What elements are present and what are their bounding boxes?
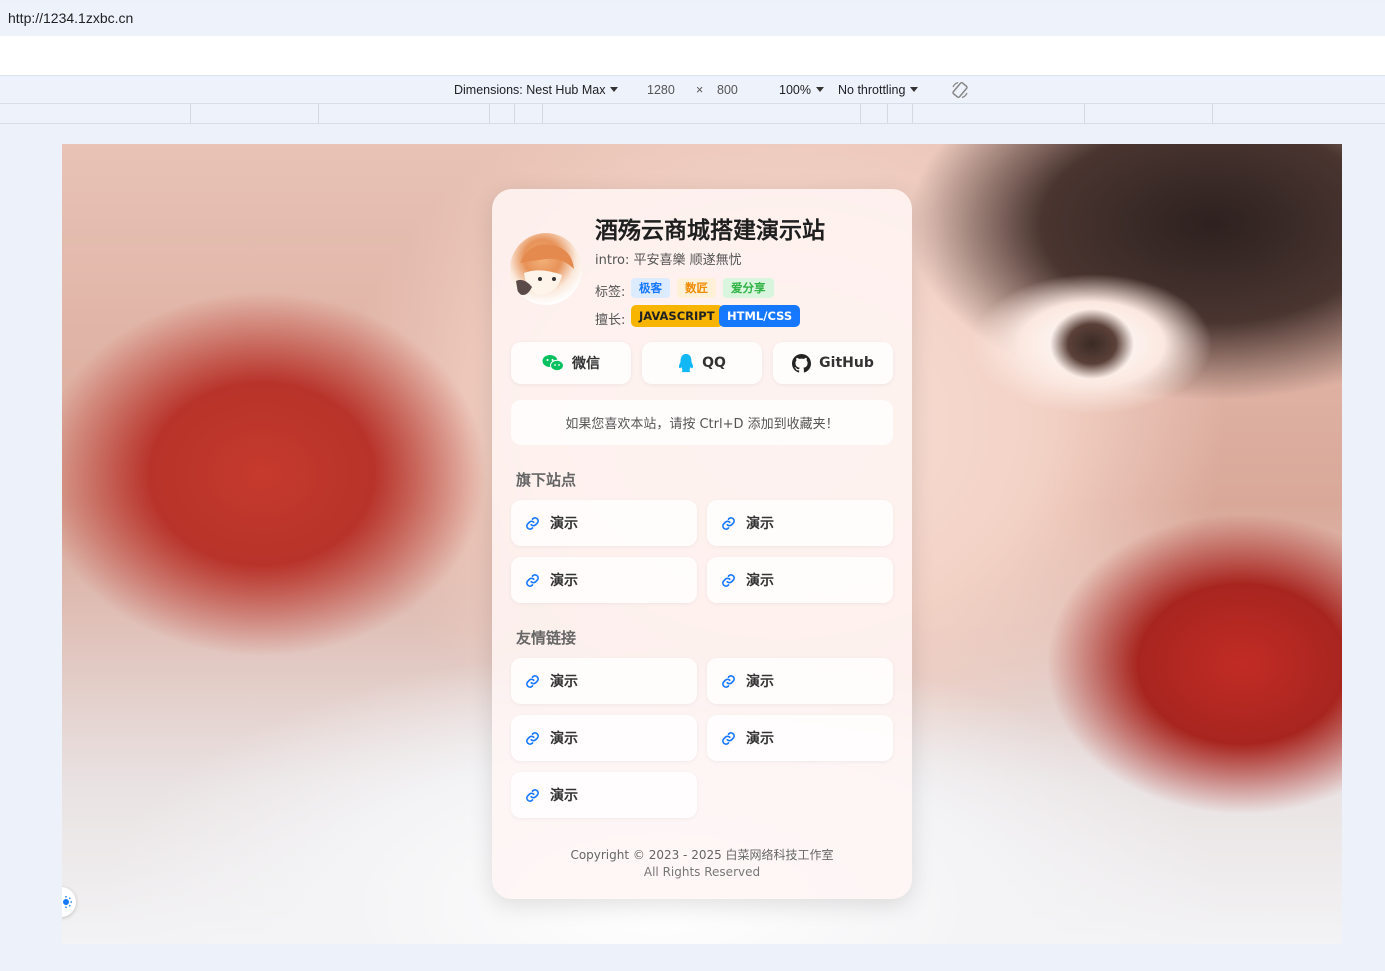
friend-link-label: 演示: [550, 731, 578, 747]
chevron-down-icon: [610, 87, 619, 92]
link-icon: [524, 573, 541, 588]
link-icon: [720, 731, 737, 746]
dimensions-label: Dimensions: Nest Hub Max: [454, 83, 606, 97]
page-viewport: 酒殇云商城搭建演示站 intro: 平安喜樂 顺遂無忧 标签: 极客 数匠 爱分…: [62, 144, 1342, 944]
friend-link-4[interactable]: 演示: [707, 715, 893, 761]
link-icon: [524, 788, 541, 803]
github-label: GitHub: [819, 355, 874, 371]
friend-link-5[interactable]: 演示: [511, 772, 697, 818]
address-bar[interactable]: http://1234.1zxbc.cn: [0, 2, 1385, 36]
link-icon: [524, 731, 541, 746]
skill-html-css: HTML/CSS: [719, 305, 801, 327]
throttling-select[interactable]: No throttling: [838, 83, 919, 97]
rotate-icon[interactable]: [950, 80, 970, 100]
github-icon: [792, 353, 812, 373]
chevron-down-icon: [815, 87, 824, 92]
friend-link-3[interactable]: 演示: [511, 715, 697, 761]
qq-icon: [679, 354, 694, 373]
height-input[interactable]: 800: [717, 83, 738, 97]
site-title: 酒殇云商城搭建演示站: [595, 218, 825, 244]
zoom-label: 100%: [779, 83, 811, 97]
site-link-label: 演示: [550, 516, 578, 532]
link-icon: [524, 674, 541, 689]
skill-javascript: JAVASCRIPT: [631, 305, 723, 327]
sun-icon: [63, 896, 72, 908]
tag-geek: 极客: [631, 278, 670, 298]
tags-label: 标签:: [595, 285, 626, 300]
tag-share: 爱分享: [723, 278, 774, 298]
link-icon: [720, 573, 737, 588]
friends-section-title: 友情链接: [516, 629, 577, 647]
zoom-select[interactable]: 100%: [779, 83, 824, 97]
friend-link-label: 演示: [550, 788, 578, 804]
tag-craftsman: 数匠: [677, 278, 716, 298]
device-toolbar: Dimensions: Nest Hub Max 1280 × 800 100%…: [0, 77, 1385, 104]
dimensions-select[interactable]: Dimensions: Nest Hub Max: [454, 83, 619, 97]
site-link-4[interactable]: 演示: [707, 557, 893, 603]
times-sign: ×: [696, 83, 704, 97]
site-link-2[interactable]: 演示: [707, 500, 893, 546]
site-link-1[interactable]: 演示: [511, 500, 697, 546]
width-input[interactable]: 1280: [647, 83, 675, 97]
throttling-label: No throttling: [838, 83, 906, 97]
wechat-icon: [542, 355, 564, 372]
link-icon: [720, 674, 737, 689]
link-icon: [524, 516, 541, 531]
site-link-label: 演示: [746, 516, 774, 532]
footer-rights: All Rights Reserved: [643, 865, 761, 879]
site-link-label: 演示: [550, 573, 578, 589]
wechat-label: 微信: [572, 356, 600, 372]
profile-card: 酒殇云商城搭建演示站 intro: 平安喜樂 顺遂無忧 标签: 极客 数匠 爱分…: [492, 189, 912, 899]
avatar-image-icon: [516, 244, 574, 295]
friend-link-label: 演示: [746, 674, 774, 690]
wechat-button[interactable]: 微信: [511, 342, 631, 384]
link-icon: [720, 516, 737, 531]
site-link-label: 演示: [746, 573, 774, 589]
friend-link-label: 演示: [550, 674, 578, 690]
chevron-down-icon: [910, 87, 919, 92]
qq-button[interactable]: QQ: [642, 342, 762, 384]
url-text: http://1234.1zxbc.cn: [8, 10, 134, 26]
media-query-ruler[interactable]: [0, 104, 1385, 124]
friend-link-label: 演示: [746, 731, 774, 747]
site-intro: intro: 平安喜樂 顺遂無忧: [595, 253, 742, 268]
footer-copyright: Copyright © 2023 - 2025 白菜网络科技工作室: [570, 848, 834, 862]
bookmark-notice: 如果您喜欢本站，请按 Ctrl+D 添加到收藏夹！: [511, 400, 893, 445]
sites-section-title: 旗下站点: [516, 471, 577, 489]
avatar: [510, 233, 582, 305]
github-button[interactable]: GitHub: [773, 342, 893, 384]
skills-label: 擅长:: [595, 313, 626, 328]
friend-link-1[interactable]: 演示: [511, 658, 697, 704]
theme-toggle-button[interactable]: [62, 887, 76, 917]
friend-link-2[interactable]: 演示: [707, 658, 893, 704]
qq-label: QQ: [702, 355, 726, 371]
browser-blank-bar: [0, 36, 1385, 76]
site-link-3[interactable]: 演示: [511, 557, 697, 603]
